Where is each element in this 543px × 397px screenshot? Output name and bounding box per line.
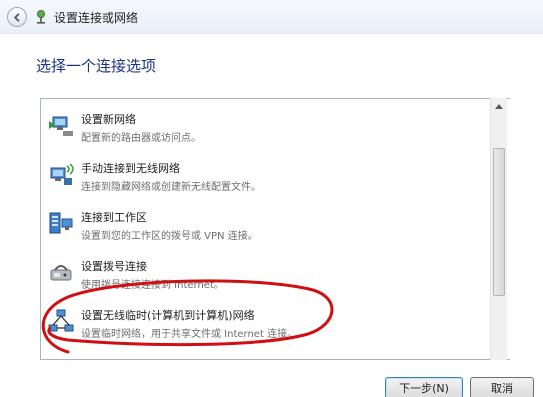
adhoc-network-icon — [48, 309, 74, 332]
option-title: 手动连接到无线网络 — [81, 162, 180, 175]
option-description: 连接到隐藏网络或创建新无线配置文件。 — [81, 182, 261, 193]
window-title: 设置连接或网络 — [54, 11, 139, 25]
workplace-vpn-icon — [49, 212, 73, 234]
page-heading: 选择一个连接选项 — [36, 57, 157, 75]
option-description: 使用拨号连接连接到 Internet。 — [81, 280, 224, 291]
scroll-up-button[interactable] — [491, 98, 507, 114]
network-router-icon — [49, 116, 73, 136]
option-setup-dialup[interactable]: 设置拨号连接 使用拨号连接连接到 Internet。 — [43, 254, 489, 302]
dialup-modem-icon — [50, 265, 72, 281]
option-title: 设置新网络 — [81, 113, 136, 126]
option-title: 设置无线临时(计算机到计算机)网络 — [81, 309, 255, 322]
chevron-up-icon — [495, 104, 503, 109]
option-setup-new-network[interactable]: 设置新网络 配置新的路由器或访问点。 — [43, 107, 489, 155]
list-scrollbar[interactable] — [490, 98, 507, 360]
cancel-button[interactable]: 取消 — [470, 377, 534, 397]
option-description: 设置到您的工作区的拨号或 VPN 连接。 — [81, 231, 258, 242]
network-globe-icon — [37, 10, 45, 24]
back-button[interactable] — [7, 7, 27, 27]
option-title: 设置拨号连接 — [81, 260, 147, 273]
option-description: 设置临时网络，用于共享文件或 Internet 连接。 — [81, 329, 298, 340]
connection-options-list: 设置新网络 配置新的路由器或访问点。 手动连接到无线网络 连接到隐藏网络或创建新… — [40, 98, 510, 360]
next-button[interactable]: 下一步(N) — [385, 377, 463, 397]
option-connect-workplace[interactable]: 连接到工作区 设置到您的工作区的拨号或 VPN 连接。 — [43, 205, 489, 253]
option-manual-wireless[interactable]: 手动连接到无线网络 连接到隐藏网络或创建新无线配置文件。 — [43, 156, 489, 204]
wireless-network-icon — [50, 163, 74, 185]
option-description: 配置新的路由器或访问点。 — [81, 133, 201, 144]
scroll-thumb[interactable] — [493, 148, 505, 296]
option-adhoc-network[interactable]: 设置无线临时(计算机到计算机)网络 设置临时网络，用于共享文件或 Interne… — [43, 303, 489, 351]
option-title: 连接到工作区 — [81, 211, 147, 224]
back-arrow-icon — [13, 12, 20, 22]
title-bar: 设置连接或网络 — [0, 0, 543, 34]
